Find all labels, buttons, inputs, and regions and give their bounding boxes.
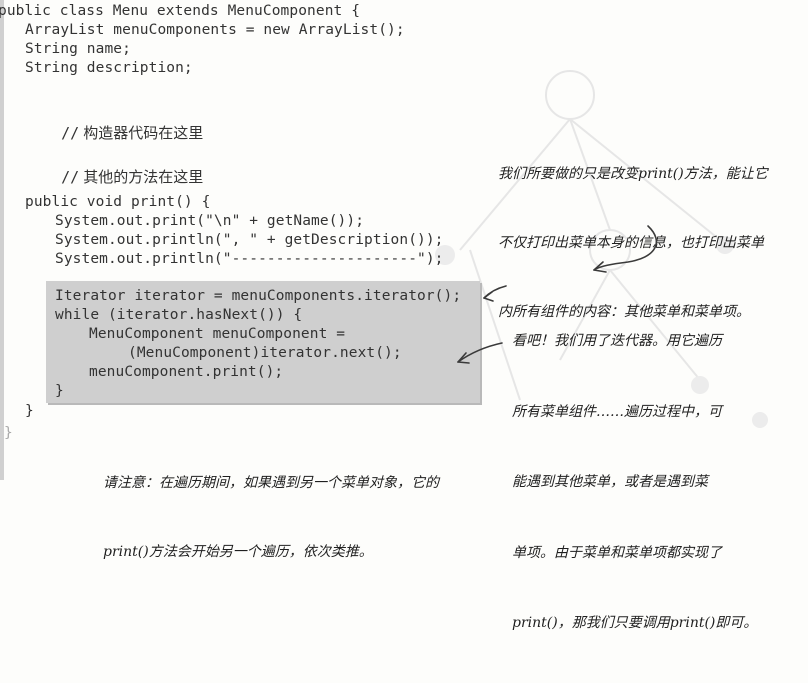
- curved-arrow-icon: [457, 342, 503, 363]
- annotation-line: 单项。由于菜单和菜单项都实现了: [512, 544, 722, 561]
- annotation-line: print()，那我们只要调用print()即可。: [512, 615, 758, 631]
- arrows-layer: [457, 225, 658, 364]
- book-page: public class Menu extends MenuComponent …: [0, 0, 808, 631]
- annotation-line: print()方法会开始另一个遍历，依次类推。: [103, 544, 373, 560]
- curved-arrow-icon: [593, 225, 658, 271]
